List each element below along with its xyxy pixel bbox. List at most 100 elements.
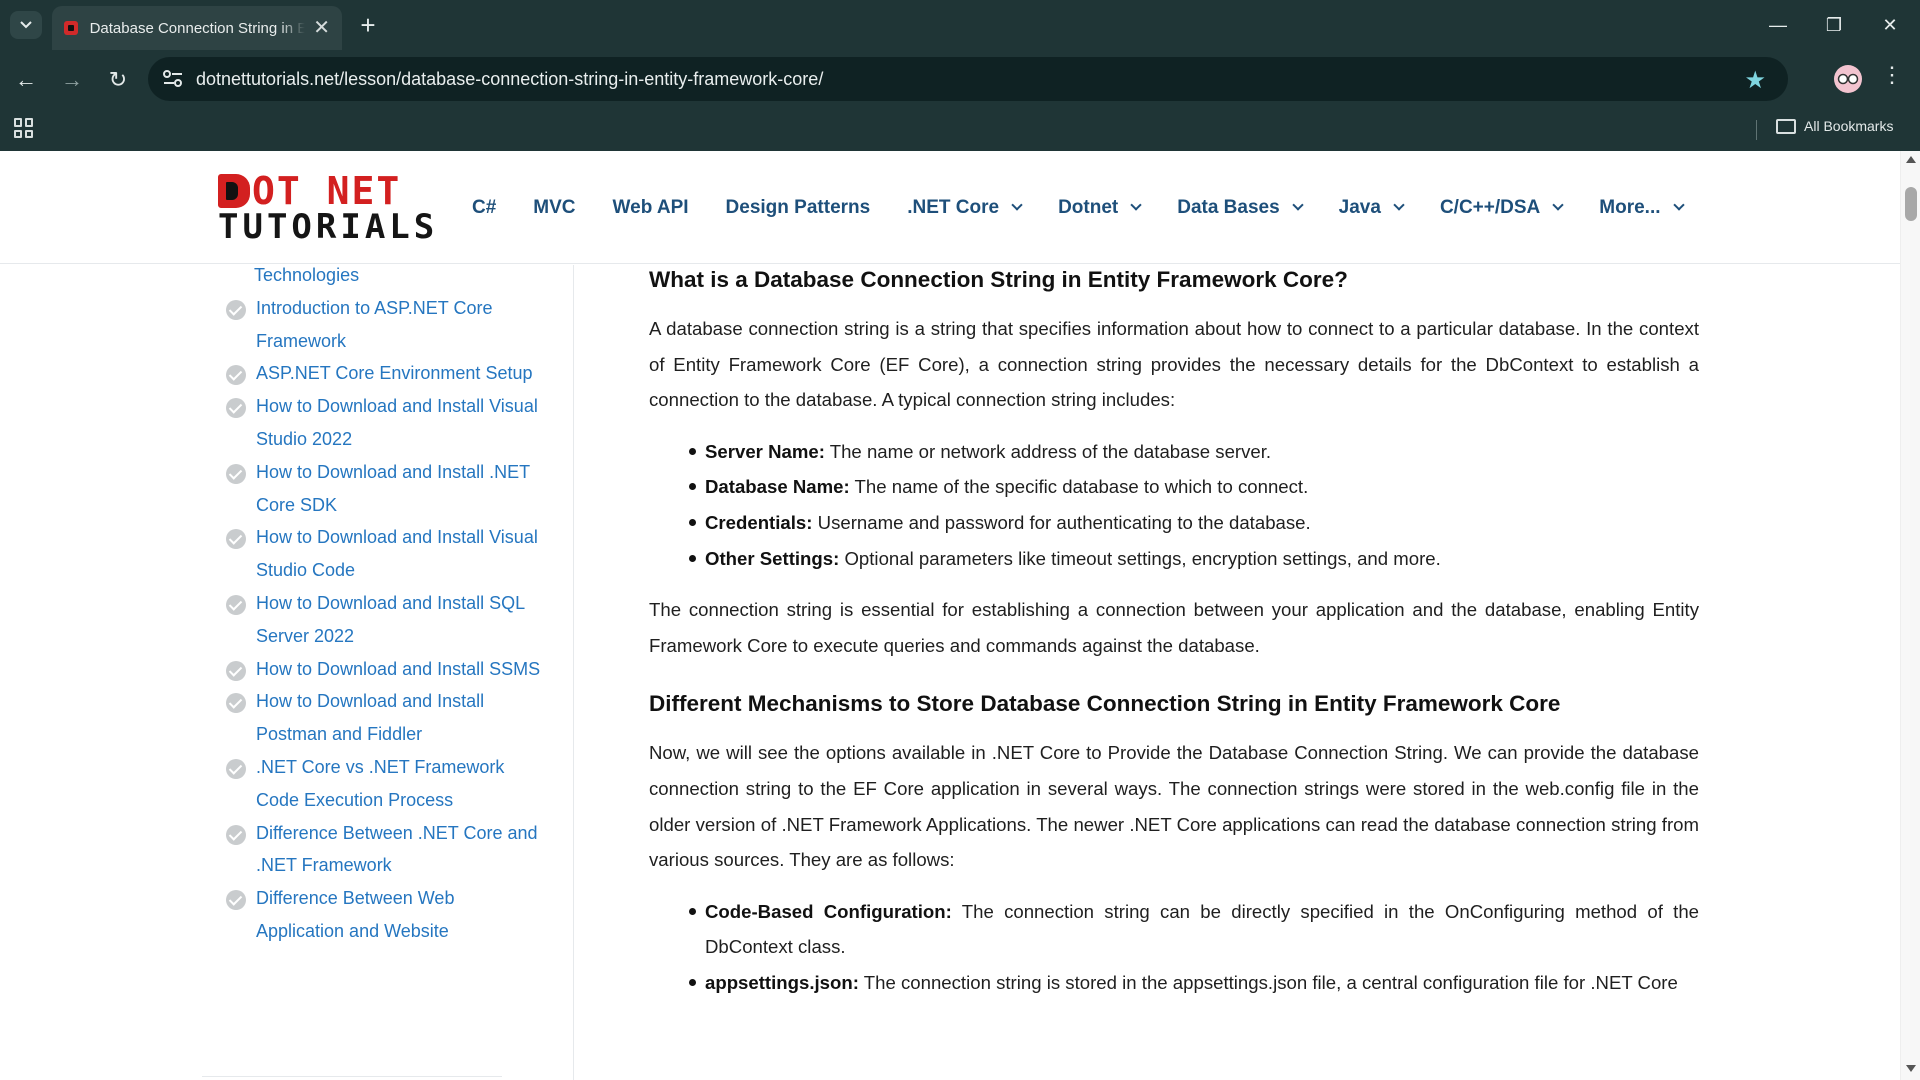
nav-item-mvc[interactable]: MVC — [533, 197, 575, 219]
bullet-description: The connection string is stored in the a… — [858, 971, 1678, 993]
new-tab-button[interactable]: + — [354, 12, 382, 38]
check-circle-icon — [226, 758, 246, 779]
bookmarks-bar: All Bookmarks — [0, 108, 1920, 151]
sidebar-lesson-item[interactable]: How to Download and Install Postman and … — [226, 685, 546, 751]
nav-item-label: C# — [472, 196, 497, 218]
nav-item-design-patterns[interactable]: Design Patterns — [726, 197, 871, 219]
browser-toolbar: ← → ↻ dotnettutorials.net/lesson/databas… — [0, 50, 1920, 108]
nav-item-net-core[interactable]: .NET Core — [907, 197, 1023, 219]
tab-search-button[interactable] — [10, 11, 42, 39]
browser-tab-active[interactable]: Database Connection String in Entity Fra… — [52, 6, 342, 50]
minimize-button[interactable]: — — [1758, 10, 1798, 40]
sidebar-lesson-link[interactable]: ASP.NET Core Environment Setup — [256, 357, 532, 390]
sidebar-lesson-link[interactable]: How to Download and Install SSMS — [256, 653, 540, 686]
reload-button[interactable]: ↻ — [102, 64, 134, 96]
chevron-down-icon — [1292, 199, 1304, 211]
nav-item-dotnet[interactable]: Dotnet — [1058, 196, 1142, 219]
bookmark-star-icon[interactable]: ★ — [1744, 66, 1766, 95]
apps-grid-icon[interactable] — [14, 118, 34, 138]
check-circle-icon — [226, 463, 246, 484]
lesson-list: Technologies Introduction to ASP.NET Core… — [226, 265, 546, 948]
sidebar-lesson-item[interactable]: How to Download and Install Visual Studi… — [226, 521, 546, 587]
nav-item-java[interactable]: Java — [1339, 197, 1405, 219]
bullet-term: Other Settings: — [705, 547, 840, 569]
window-close-button[interactable]: ✕ — [1870, 10, 1910, 40]
sidebar-lesson-link[interactable]: How to Download and Install Visual Studi… — [256, 521, 546, 587]
bullet-term: Credentials: — [705, 511, 813, 533]
sidebar-lesson-item[interactable]: How to Download and Install SQL Server 2… — [226, 587, 546, 653]
restore-button[interactable]: ❐ — [1814, 10, 1854, 40]
check-circle-icon — [226, 398, 246, 419]
nav-item-more[interactable]: More... — [1599, 196, 1685, 219]
sidebar-lesson-item[interactable]: How to Download and Install Visual Studi… — [226, 390, 546, 456]
scroll-thumb[interactable] — [1905, 187, 1917, 221]
bullet-description: Optional parameters like timeout setting… — [839, 547, 1441, 569]
sidebar-lesson-item[interactable]: How to Download and Install SSMS — [226, 653, 546, 686]
check-circle-icon — [226, 890, 246, 911]
tab-close-icon[interactable]: ✕ — [313, 18, 330, 38]
mechanisms-list: Code-Based Configuration: The connection… — [649, 894, 1699, 1001]
chevron-down-icon — [1011, 199, 1023, 211]
tab-title: Database Connection String in Entity Fra… — [89, 19, 306, 37]
forward-button[interactable]: → — [56, 64, 88, 96]
sidebar-lesson-link[interactable]: Difference Between .NET Core and .NET Fr… — [256, 817, 546, 883]
nav-item-c-c-dsa[interactable]: C/C++/DSA — [1439, 196, 1564, 219]
bookmarks-separator — [1756, 120, 1757, 140]
chevron-down-icon — [1393, 199, 1405, 211]
sidebar-lesson-item[interactable]: Introduction to ASP.NET Core Framework — [226, 292, 546, 358]
nav-item-data-bases[interactable]: Data Bases — [1177, 196, 1304, 219]
nav-item-c[interactable]: C# — [472, 197, 496, 219]
bullet-item: Code-Based Configuration: The connection… — [689, 894, 1699, 965]
site-logo[interactable]: OT NET TUTORIALS — [218, 169, 434, 244]
sidebar-lesson-link[interactable]: Difference Between Web Application and W… — [256, 882, 546, 948]
sidebar-lesson-item[interactable]: Difference Between Web Application and W… — [226, 882, 546, 948]
section-heading-what-is: What is a Database Connection String in … — [649, 267, 1348, 292]
logo-play-icon — [218, 174, 250, 208]
site-header: OT NET TUTORIALS C# MVC Web API Design Patt… — [0, 151, 1900, 264]
nav-item-label: MVC — [533, 196, 576, 218]
sidebar-lesson-item[interactable]: Difference Between .NET Core and .NET Fr… — [226, 817, 546, 883]
logo-top-text: OT NET — [252, 169, 402, 213]
sidebar-lesson-link[interactable]: How to Download and Install .NET Core SD… — [256, 456, 546, 522]
bullet-description: The name or network address of the datab… — [824, 440, 1272, 462]
glasses-avatar-icon — [1837, 73, 1859, 85]
nav-item-web-api[interactable]: Web API — [613, 197, 689, 219]
tab-strip: Database Connection String in Entity Fra… — [0, 0, 1920, 50]
browser-menu-button[interactable]: ⋮ — [1880, 62, 1904, 88]
nav-item-label: More... — [1599, 196, 1661, 218]
sidebar-lesson-item[interactable]: ASP.NET Core Environment Setup — [226, 357, 546, 390]
check-circle-icon — [226, 529, 246, 550]
bullet-item: Other Settings: Optional parameters like… — [689, 541, 1699, 577]
all-bookmarks-label: All Bookmarks — [1804, 118, 1894, 134]
sidebar-lesson-item[interactable]: How to Download and Install .NET Core SD… — [226, 456, 546, 522]
logo-top-row: OT NET — [218, 169, 408, 213]
sidebar-lesson-link[interactable]: How to Download and Install Visual Studi… — [256, 390, 546, 456]
scroll-down-arrow-icon[interactable] — [1906, 1065, 1916, 1072]
connection-string-parts-list: Server Name: The name or network address… — [649, 434, 1699, 576]
nav-item-label: Dotnet — [1058, 196, 1119, 218]
back-button[interactable]: ← — [10, 64, 42, 96]
paragraph-options: Now, we will see the options available i… — [649, 742, 1699, 871]
sidebar-lesson-link[interactable]: How to Download and Install SQL Server 2… — [256, 587, 546, 653]
nav-item-label: Data Bases — [1177, 196, 1280, 218]
profile-avatar[interactable] — [1834, 65, 1862, 93]
bullet-item: Credentials: Username and password for a… — [689, 505, 1699, 541]
check-circle-icon — [226, 594, 246, 615]
bullet-term: appsettings.json: — [705, 971, 859, 993]
nav-item-label: C/C++/DSA — [1439, 196, 1541, 218]
all-bookmarks-button[interactable]: All Bookmarks — [1776, 118, 1893, 134]
sidebar-lesson-item[interactable]: .NET Core vs .NET Framework Code Executi… — [226, 751, 546, 817]
page-scrollbar[interactable] — [1900, 151, 1920, 1080]
scroll-up-arrow-icon[interactable] — [1906, 156, 1916, 163]
main-navigation: C# MVC Web API Design Patterns .NET Core Dotn… — [472, 151, 1720, 264]
site-info-icon[interactable] — [162, 69, 184, 89]
paragraph-essential: The connection string is essential for e… — [649, 599, 1699, 656]
sidebar-lesson-link[interactable]: How to Download and Install Postman and … — [256, 685, 546, 751]
sidebar-lesson-link[interactable]: .NET Core vs .NET Framework Code Executi… — [256, 751, 546, 817]
sidebar-lesson-link[interactable]: Technologies — [254, 265, 359, 292]
sidebar-lesson-link[interactable]: Introduction to ASP.NET Core Framework — [256, 292, 546, 358]
url-host: dotnettutorials.net — [196, 69, 340, 89]
bullet-term: Database Name: — [705, 476, 850, 498]
sidebar-lesson-item[interactable]: Technologies — [226, 265, 546, 292]
address-bar[interactable]: dotnettutorials.net/lesson/database-conn… — [148, 57, 1788, 101]
